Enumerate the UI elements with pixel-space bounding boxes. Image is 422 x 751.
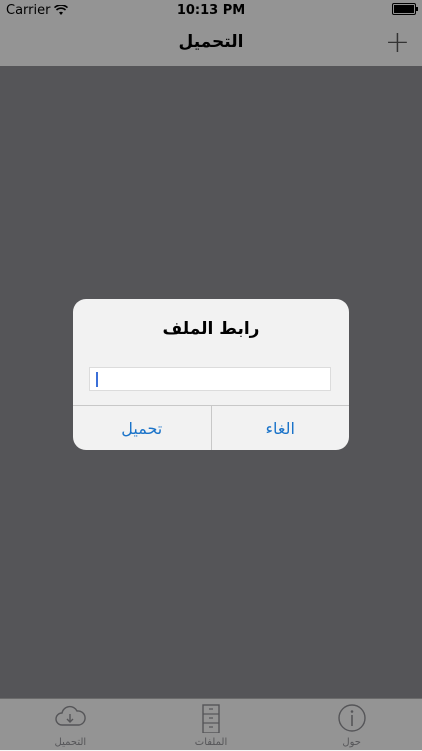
file-link-alert: رابط الملف تحميل الغاء [73,299,349,450]
text-caret [96,372,98,387]
alert-title: رابط الملف [162,319,260,339]
file-link-input[interactable] [89,367,331,391]
cancel-button[interactable]: الغاء [210,406,350,450]
alert-button-row: تحميل الغاء [73,405,349,450]
download-button[interactable]: تحميل [73,406,211,450]
